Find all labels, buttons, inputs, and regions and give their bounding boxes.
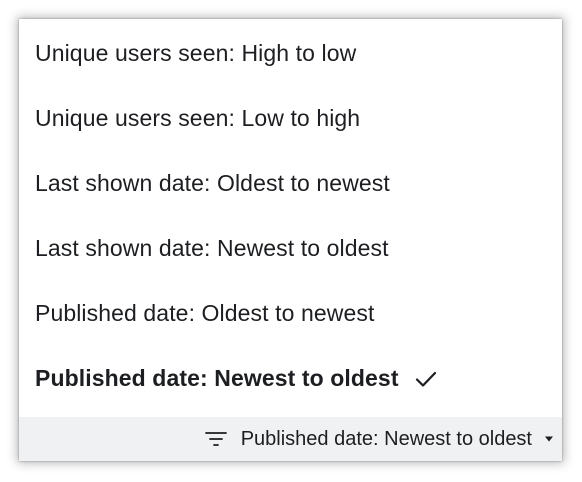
sort-option-published-newest-to-oldest[interactable]: Published date: Newest to oldest (35, 346, 545, 411)
sort-option-label: Unique users seen: Low to high (35, 105, 361, 131)
sort-option-label: Unique users seen: High to low (35, 40, 357, 66)
filter-lines-icon (204, 431, 227, 447)
sort-option-unique-users-high-to-low[interactable]: Unique users seen: High to low (35, 21, 545, 86)
sort-option-label: Published date: Newest to oldest (35, 365, 399, 391)
sort-options-menu: Unique users seen: High to low Unique us… (19, 19, 562, 417)
sort-option-label: Last shown date: Oldest to newest (35, 170, 390, 196)
sort-option-label: Last shown date: Newest to oldest (35, 235, 389, 261)
caret-down-icon (544, 435, 554, 443)
sort-option-last-shown-newest-to-oldest[interactable]: Last shown date: Newest to oldest (35, 216, 545, 281)
sort-option-last-shown-oldest-to-newest[interactable]: Last shown date: Oldest to newest (35, 151, 545, 216)
current-sort-label: Published date: Newest to oldest (240, 427, 532, 450)
sort-option-label: Published date: Oldest to newest (35, 300, 375, 326)
sort-option-unique-users-low-to-high[interactable]: Unique users seen: Low to high (35, 86, 545, 151)
check-icon (415, 370, 437, 388)
sort-dropdown-window: Unique users seen: High to low Unique us… (19, 19, 562, 461)
sort-option-published-oldest-to-newest[interactable]: Published date: Oldest to newest (35, 281, 545, 346)
sort-dropdown-button[interactable]: Published date: Newest to oldest (19, 417, 562, 461)
